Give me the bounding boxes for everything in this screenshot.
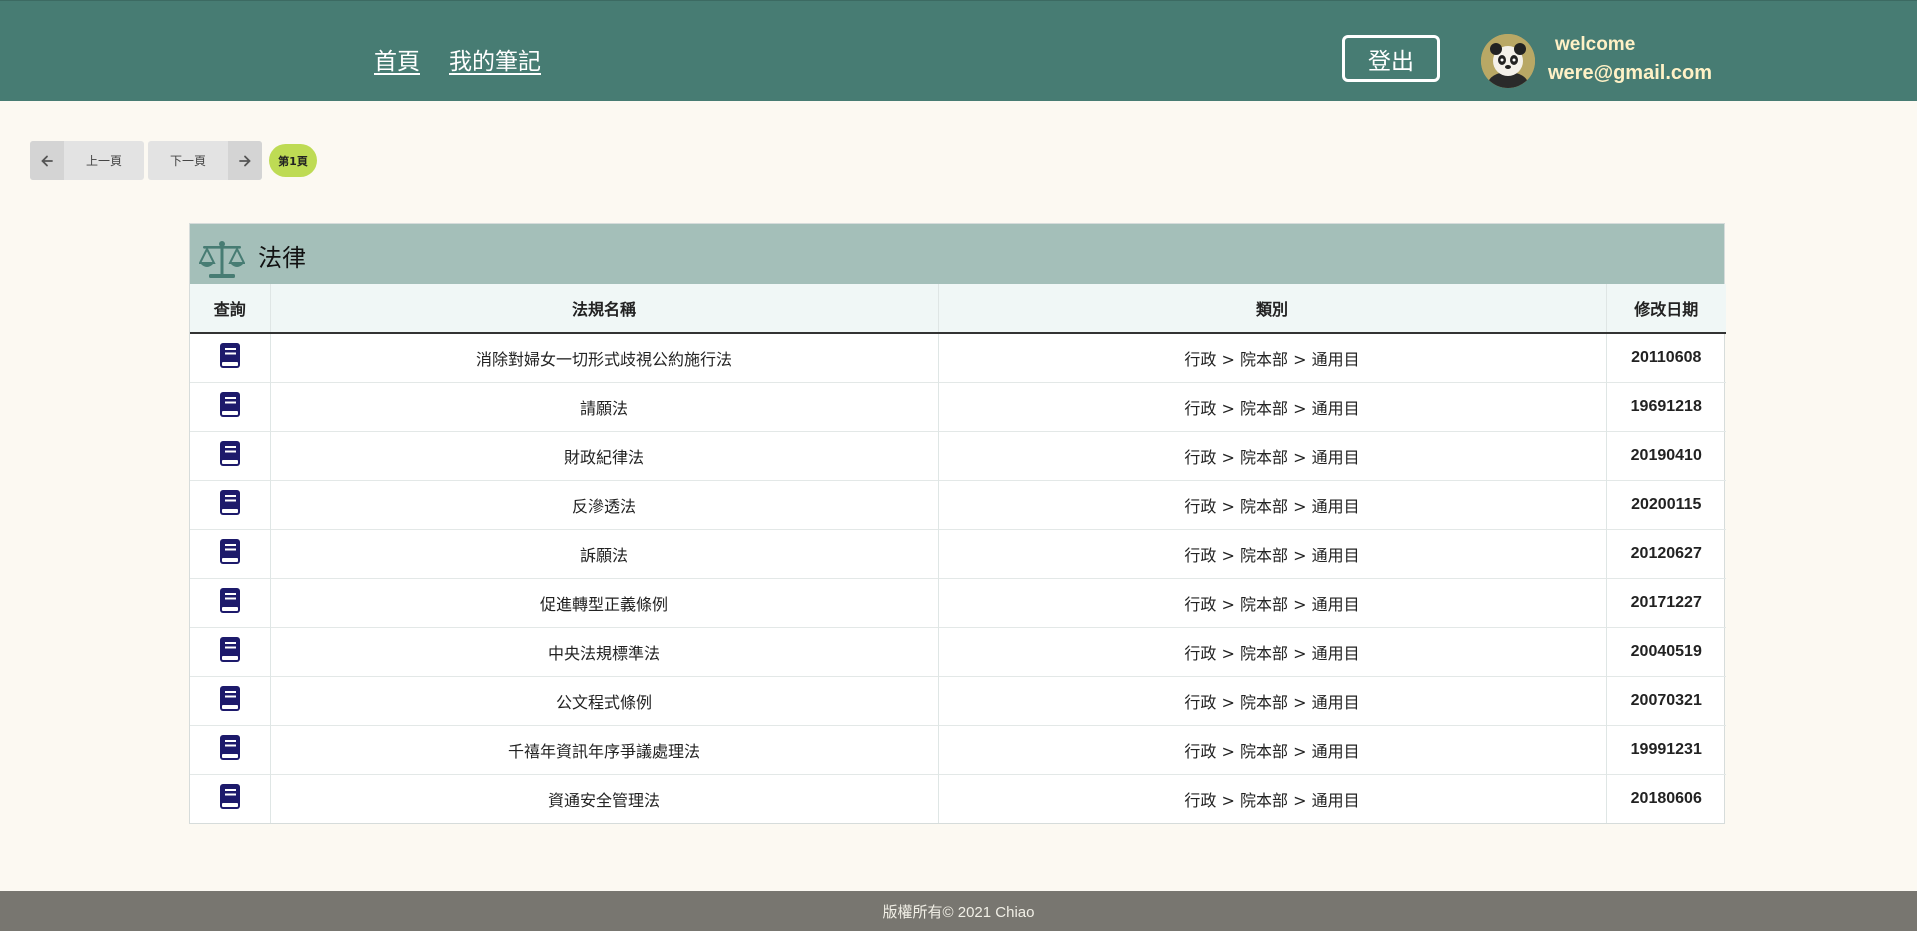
category-cell: 行政 > 院本部 > 通用目 [938, 431, 1607, 481]
column-header-query: 查詢 [190, 284, 271, 334]
arrow-left-icon [30, 141, 64, 180]
column-header-name: 法規名稱 [270, 284, 939, 334]
column-header-category: 類別 [938, 284, 1607, 334]
law-table-card: 法律 查詢 法規名稱 類別 修改日期 消除對婦女一切形式歧視公約施行法 行政 > … [189, 223, 1726, 824]
category-cell: 行政 > 院本部 > 通用目 [938, 676, 1607, 726]
law-name-cell: 千禧年資訊年序爭議處理法 [270, 725, 939, 775]
column-header-date: 修改日期 [1606, 284, 1726, 334]
category-cell: 行政 > 院本部 > 通用目 [938, 480, 1607, 530]
category-cell: 行政 > 院本部 > 通用目 [938, 578, 1607, 628]
footer: 版權所有© 2021 Chiao [0, 891, 1917, 931]
section-header: 法律 [190, 224, 1724, 284]
book-icon[interactable] [219, 440, 241, 467]
table-row: 資通安全管理法 行政 > 院本部 > 通用目 20180606 [190, 774, 1726, 823]
category-cell: 行政 > 院本部 > 通用目 [938, 529, 1607, 579]
table-row: 消除對婦女一切形式歧視公約施行法 行政 > 院本部 > 通用目 20110608 [190, 332, 1726, 383]
section-title: 法律 [258, 244, 306, 272]
law-name-cell: 中央法規標準法 [270, 627, 939, 677]
welcome-text: welcome [1555, 34, 1636, 55]
law-name-cell: 財政紀律法 [270, 431, 939, 481]
query-cell[interactable] [190, 627, 271, 677]
date-cell: 20200115 [1606, 480, 1726, 530]
query-cell[interactable] [190, 676, 271, 726]
table-row: 財政紀律法 行政 > 院本部 > 通用目 20190410 [190, 431, 1726, 481]
category-cell: 行政 > 院本部 > 通用目 [938, 382, 1607, 432]
table-header-row: 查詢 法規名稱 類別 修改日期 [190, 284, 1726, 334]
query-cell[interactable] [190, 578, 271, 628]
nav-my-notes-link[interactable]: 我的筆記 [449, 42, 541, 76]
table-row: 訴願法 行政 > 院本部 > 通用目 20120627 [190, 529, 1726, 579]
panda-avatar-icon [1481, 34, 1535, 88]
table-row: 千禧年資訊年序爭議處理法 行政 > 院本部 > 通用目 19991231 [190, 725, 1726, 775]
table-row: 促進轉型正義條例 行政 > 院本部 > 通用目 20171227 [190, 578, 1726, 628]
law-name-cell: 訴願法 [270, 529, 939, 579]
nav-home-link[interactable]: 首頁 [374, 42, 420, 76]
user-email: were@gmail.com [1548, 62, 1713, 84]
date-cell: 20171227 [1606, 578, 1726, 628]
table-row: 請願法 行政 > 院本部 > 通用目 19691218 [190, 382, 1726, 432]
law-table: 查詢 法規名稱 類別 修改日期 消除對婦女一切形式歧視公約施行法 行政 > 院本部… [190, 284, 1726, 823]
book-icon[interactable] [219, 734, 241, 761]
table-row: 中央法規標準法 行政 > 院本部 > 通用目 20040519 [190, 627, 1726, 677]
prev-page-label: 上一頁 [85, 154, 122, 168]
next-page-button[interactable]: 下一頁 [148, 141, 262, 180]
table-row: 反滲透法 行政 > 院本部 > 通用目 20200115 [190, 480, 1726, 530]
query-cell[interactable] [190, 382, 271, 432]
category-cell: 行政 > 院本部 > 通用目 [938, 627, 1607, 677]
copyright-text: 版權所有© 2021 Chiao [882, 903, 1035, 921]
scale-icon [199, 241, 245, 278]
current-page-badge: 第1頁 [269, 144, 317, 177]
book-icon[interactable] [219, 489, 241, 516]
next-page-label: 下一頁 [169, 154, 206, 168]
logout-button[interactable]: 登出 [1342, 35, 1440, 82]
book-icon[interactable] [219, 636, 241, 663]
date-cell: 20070321 [1606, 676, 1726, 726]
book-icon[interactable] [219, 342, 241, 369]
category-cell: 行政 > 院本部 > 通用目 [938, 725, 1607, 775]
book-icon[interactable] [219, 783, 241, 810]
query-cell[interactable] [190, 725, 271, 775]
book-icon[interactable] [219, 587, 241, 614]
arrow-right-icon [228, 141, 262, 180]
law-name-cell: 反滲透法 [270, 480, 939, 530]
top-header: 首頁 我的筆記 登出 welcome were@gmail.com [0, 0, 1917, 101]
date-cell: 20120627 [1606, 529, 1726, 579]
query-cell[interactable] [190, 431, 271, 481]
avatar [1481, 34, 1535, 88]
date-cell: 20180606 [1606, 774, 1726, 823]
date-cell: 20040519 [1606, 627, 1726, 677]
book-icon[interactable] [219, 685, 241, 712]
category-cell: 行政 > 院本部 > 通用目 [938, 332, 1607, 383]
law-name-cell: 請願法 [270, 382, 939, 432]
law-name-cell: 公文程式條例 [270, 676, 939, 726]
law-name-cell: 消除對婦女一切形式歧視公約施行法 [270, 332, 939, 383]
book-icon[interactable] [219, 391, 241, 418]
date-cell: 19991231 [1606, 725, 1726, 775]
query-cell[interactable] [190, 529, 271, 579]
book-icon[interactable] [219, 538, 241, 565]
prev-page-button[interactable]: 上一頁 [30, 141, 144, 180]
category-cell: 行政 > 院本部 > 通用目 [938, 774, 1607, 823]
date-cell: 20110608 [1606, 332, 1726, 383]
date-cell: 19691218 [1606, 382, 1726, 432]
query-cell[interactable] [190, 480, 271, 530]
date-cell: 20190410 [1606, 431, 1726, 481]
law-name-cell: 促進轉型正義條例 [270, 578, 939, 628]
table-row: 公文程式條例 行政 > 院本部 > 通用目 20070321 [190, 676, 1726, 726]
law-name-cell: 資通安全管理法 [270, 774, 939, 823]
query-cell[interactable] [190, 774, 271, 823]
query-cell[interactable] [190, 332, 271, 383]
